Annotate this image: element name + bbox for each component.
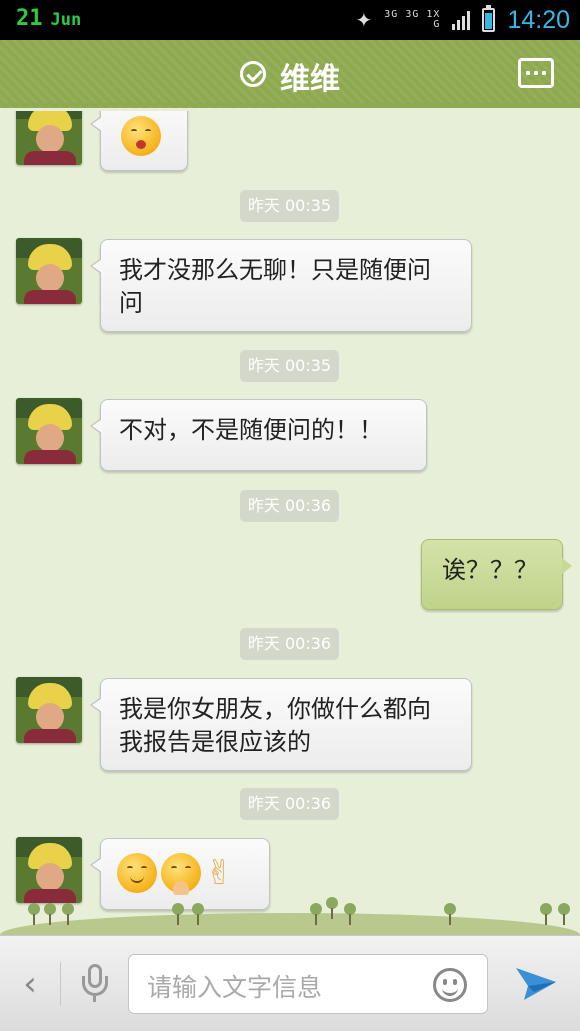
smile-emoji-icon xyxy=(117,853,157,893)
more-options-button[interactable] xyxy=(518,58,554,88)
message-timestamp: 昨天 00:35 xyxy=(240,350,339,382)
message-list[interactable]: 昨天 00:35 我才没那么无聊！只是随便问问 昨天 00:35 不对，不是随便… xyxy=(0,111,580,935)
bluetooth-icon: ✦ xyxy=(355,8,373,32)
message-input[interactable]: 请输入文字信息 xyxy=(128,954,488,1014)
message-bubble-incoming[interactable] xyxy=(90,111,188,171)
emoji-button[interactable] xyxy=(433,968,467,1002)
message-input-placeholder: 请输入文字信息 xyxy=(147,973,323,1002)
battery-icon xyxy=(482,5,496,32)
divider xyxy=(60,962,61,1006)
status-icons: ✦ 3G 3G 1X G 14:20 xyxy=(355,5,570,35)
message-text: 不对，不是随便问的！！ xyxy=(119,416,383,444)
voice-input-button[interactable] xyxy=(80,964,110,1004)
network-type: 3G 3G 1X G xyxy=(384,10,440,30)
back-button[interactable]: ‹ xyxy=(14,964,46,1004)
contact-avatar[interactable] xyxy=(16,238,82,304)
message-bubble-outgoing[interactable]: 诶？？？ xyxy=(421,539,572,610)
status-month: Jun xyxy=(50,10,82,30)
status-bar: 21 Jun ✦ 3G 3G 1X G 14:20 xyxy=(0,0,580,40)
contact-title: 维维 xyxy=(0,54,580,98)
message-text: 我才没那么无聊！只是随便问问 xyxy=(119,256,431,317)
message-timestamp: 昨天 00:36 xyxy=(240,788,339,820)
message-timestamp: 昨天 00:35 xyxy=(240,190,339,222)
message-timestamp: 昨天 00:36 xyxy=(240,490,339,522)
contact-avatar[interactable] xyxy=(16,398,82,464)
message-text: 诶？？？ xyxy=(442,556,538,584)
angry-face-emoji-icon xyxy=(121,116,161,156)
contact-name: 维维 xyxy=(280,62,340,97)
status-date: 21 Jun xyxy=(16,6,81,31)
message-timestamp: 昨天 00:36 xyxy=(240,628,339,660)
victory-hand-emoji-icon: ✌ xyxy=(205,853,234,893)
message-bubble-incoming[interactable]: 我才没那么无聊！只是随便问问 xyxy=(90,239,472,332)
paper-plane-icon xyxy=(516,968,556,1000)
contact-avatar[interactable] xyxy=(16,677,82,743)
status-day: 21 xyxy=(16,6,43,31)
network-type-top: 3G 3G 1X xyxy=(384,9,441,20)
scenery-decoration xyxy=(0,890,580,935)
contact-avatar[interactable] xyxy=(16,111,82,165)
input-bar: ‹ 请输入文字信息 xyxy=(0,935,580,1031)
network-type-bottom: G xyxy=(433,19,441,30)
header-scalloped-edge xyxy=(0,103,580,111)
message-text: 我是你女朋友，你做什么都向我报告是很应该的 xyxy=(119,695,431,756)
message-bubble-incoming[interactable]: 我是你女朋友，你做什么都向我报告是很应该的 xyxy=(90,678,472,771)
check-circle-icon xyxy=(240,61,266,87)
chat-header: 维维 xyxy=(0,40,580,108)
blush-hands-emoji-icon xyxy=(161,853,201,895)
more-dots-icon xyxy=(526,71,530,75)
chevron-left-icon: ‹ xyxy=(23,964,37,1004)
send-button[interactable] xyxy=(514,962,558,1006)
message-bubble-incoming[interactable]: 不对，不是随便问的！！ xyxy=(90,399,427,471)
status-time: 14:20 xyxy=(507,5,570,34)
signal-icon xyxy=(452,10,471,30)
